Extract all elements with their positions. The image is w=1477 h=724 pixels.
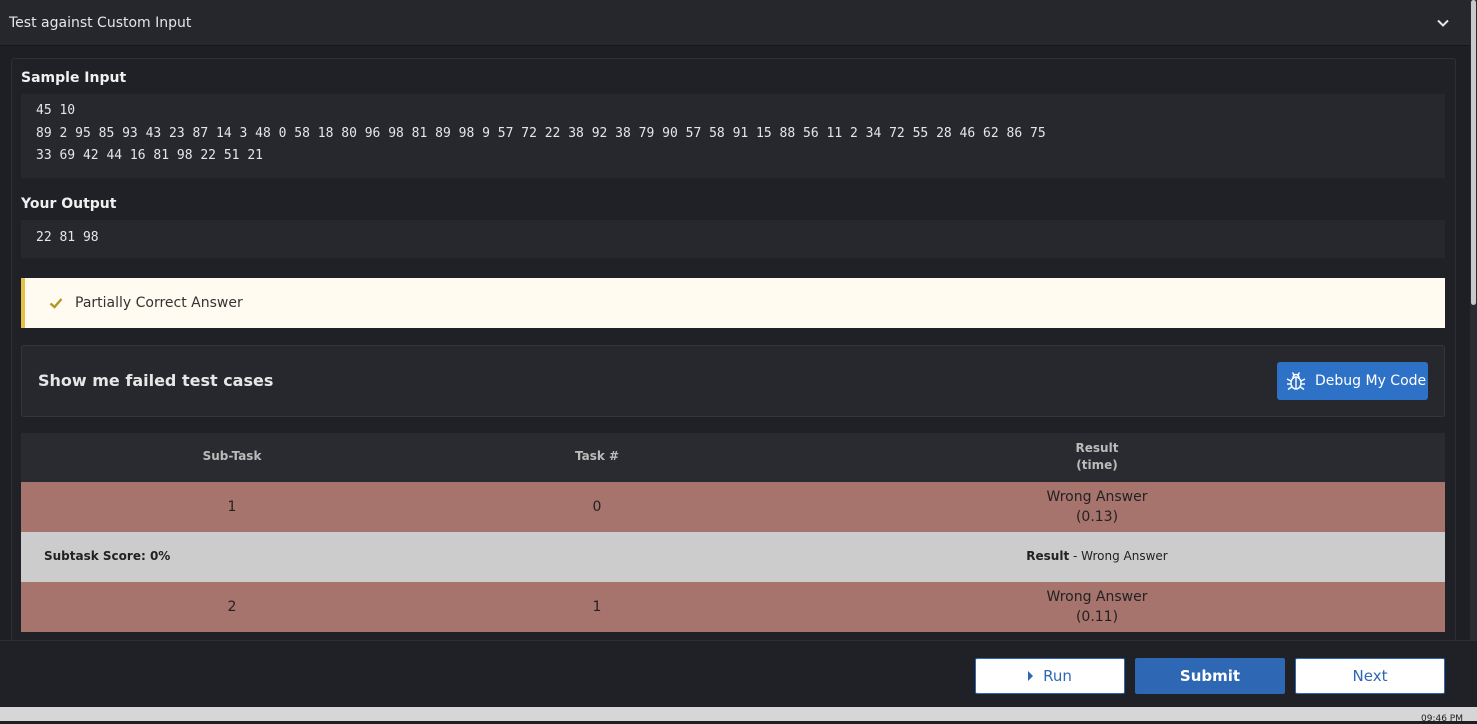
failed-test-cases-title[interactable]: Show me failed test cases — [38, 371, 273, 390]
debug-my-code-label: Debug My Code — [1315, 373, 1427, 389]
submit-button[interactable]: Submit — [1135, 658, 1285, 694]
table-row: 1 0 Wrong Answer (0.13) — [21, 482, 1445, 532]
your-output-value: 22 81 98 — [36, 230, 99, 245]
row-result: Wrong Answer — [1046, 589, 1148, 605]
row-result: Wrong Answer — [1046, 489, 1148, 505]
table-row: 2 1 Wrong Answer (0.11) — [21, 582, 1445, 632]
table-header: Sub-Task Task # Result (time) — [21, 433, 1445, 482]
row-subtask: 1 — [227, 499, 237, 515]
sample-input-line: 33 69 42 44 16 81 98 22 51 21 — [36, 148, 263, 163]
header-result-time: (time) — [1076, 458, 1118, 472]
your-output-label: Your Output — [21, 196, 117, 212]
subtask-score-row: Subtask Score: 0% Result - Wrong Answer — [21, 532, 1445, 582]
row-time: (0.13) — [1075, 509, 1119, 525]
sample-input-label: Sample Input — [21, 70, 127, 86]
subtask-score: Subtask Score: 0% — [44, 549, 171, 563]
your-output-box: 22 81 98 — [21, 220, 1445, 258]
row-time: (0.11) — [1075, 609, 1119, 625]
status-banner: Partially Correct Answer — [21, 278, 1445, 328]
play-icon — [1028, 671, 1034, 681]
header-title: Test against Custom Input — [9, 14, 192, 31]
debug-my-code-button[interactable]: Debug My Code — [1277, 362, 1428, 400]
subtask-result-value: - Wrong Answer — [1069, 549, 1168, 563]
taskbar-clock: 09:46 PM — [1421, 714, 1463, 724]
footer-bar: Run Submit Next — [0, 640, 1477, 707]
next-button[interactable]: Next — [1295, 658, 1445, 694]
results-table: Sub-Task Task # Result (time) 1 0 Wrong … — [21, 433, 1445, 632]
run-button[interactable]: Run — [975, 658, 1125, 694]
next-label: Next — [1352, 667, 1388, 685]
sample-input-line: 89 2 95 85 93 43 23 87 14 3 48 0 58 18 8… — [36, 125, 1046, 141]
check-icon — [49, 298, 63, 309]
taskbar: 09:46 PM — [0, 707, 1477, 724]
row-task: 0 — [592, 499, 602, 515]
header-result: Result — [1075, 441, 1119, 455]
scrollbar-thumb[interactable] — [1471, 0, 1476, 305]
run-label: Run — [1043, 667, 1072, 685]
subtask-result: Result - Wrong Answer — [1026, 549, 1167, 563]
bug-icon — [1286, 372, 1306, 391]
chevron-down-icon[interactable] — [1436, 16, 1450, 30]
status-text: Partially Correct Answer — [75, 295, 243, 311]
custom-input-header[interactable]: Test against Custom Input — [0, 0, 1470, 46]
submit-label: Submit — [1179, 667, 1241, 685]
subtask-result-label: Result — [1026, 549, 1070, 563]
header-subtask: Sub-Task — [202, 449, 262, 463]
sample-input-line: 45 10 — [36, 103, 76, 118]
row-task: 1 — [592, 599, 602, 615]
sample-input-box[interactable]: 45 10 89 2 95 85 93 43 23 87 14 3 48 0 5… — [21, 94, 1445, 178]
header-task: Task # — [574, 449, 620, 463]
failed-test-cases-panel: Show me failed test cases Debug My Code — [21, 345, 1445, 417]
row-subtask: 2 — [227, 599, 237, 615]
